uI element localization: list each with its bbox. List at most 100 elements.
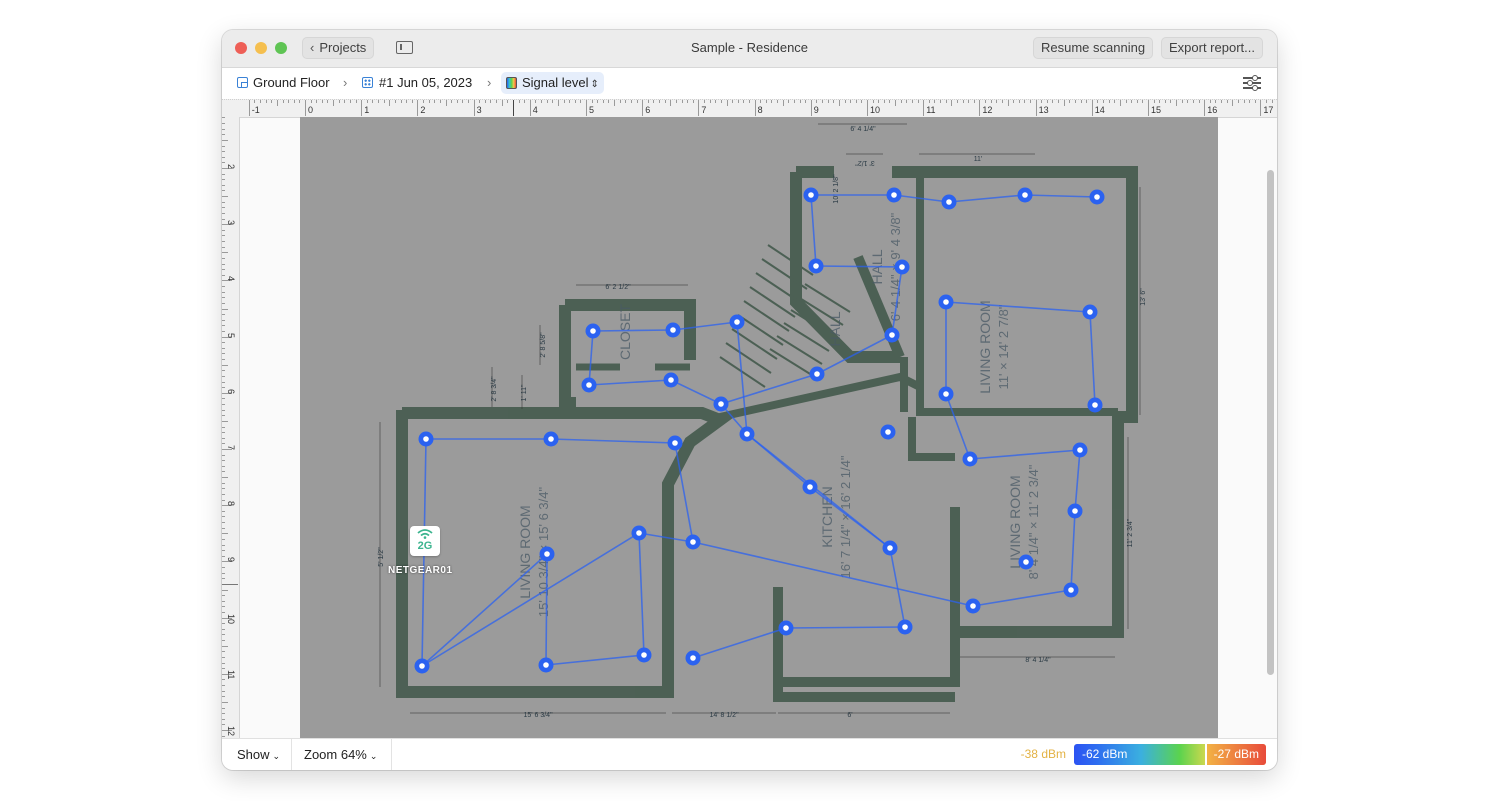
divider xyxy=(291,739,292,770)
ruler-tick xyxy=(850,100,852,103)
scan-point[interactable] xyxy=(665,322,681,338)
ruler-tick xyxy=(1159,100,1161,103)
scan-point[interactable] xyxy=(897,619,913,635)
scan-point[interactable] xyxy=(729,314,745,330)
scan-point[interactable] xyxy=(1082,304,1098,320)
access-point-marker[interactable]: 2G xyxy=(410,526,440,556)
scan-point[interactable] xyxy=(778,620,794,636)
scan-point[interactable] xyxy=(585,323,601,339)
ruler-tick xyxy=(754,100,756,116)
ruler-tick xyxy=(636,100,638,103)
scan-point[interactable] xyxy=(581,377,597,393)
scan-point[interactable] xyxy=(538,657,554,673)
ruler-label: 0 xyxy=(308,105,314,115)
scan-point[interactable] xyxy=(938,294,954,310)
scan-point-center xyxy=(808,192,814,198)
scan-point[interactable] xyxy=(713,396,729,412)
scan-point[interactable] xyxy=(543,431,559,447)
scan-point[interactable] xyxy=(539,546,555,562)
ruler-tick xyxy=(524,100,526,103)
signal-legend-bar[interactable]: -62 dBm -27 dBm xyxy=(1074,744,1266,765)
scan-point-center xyxy=(813,263,819,269)
legend-threshold-segment[interactable]: -27 dBm xyxy=(1205,744,1266,765)
ruler-tick xyxy=(1108,100,1110,103)
dimension-label: 10' 2 1/8" xyxy=(833,174,840,204)
ruler-tick xyxy=(222,493,225,495)
scan-point[interactable] xyxy=(803,187,819,203)
ruler-label: 8 xyxy=(226,501,236,507)
scan-point[interactable] xyxy=(882,540,898,556)
ruler-tick xyxy=(321,100,323,103)
resume-scanning-button[interactable]: Resume scanning xyxy=(1033,37,1154,59)
ruler-tick xyxy=(1215,100,1217,103)
scan-point[interactable] xyxy=(1067,503,1083,519)
scan-point[interactable] xyxy=(884,327,900,343)
scan-point[interactable] xyxy=(414,658,430,674)
zoom-menu[interactable]: Zoom 64% ⌄ xyxy=(304,747,377,762)
ruler-tick xyxy=(1237,100,1239,103)
ruler-tick xyxy=(799,100,801,103)
ruler-tick xyxy=(743,100,745,103)
ruler-tick xyxy=(333,100,335,106)
scan-point-center xyxy=(670,327,676,333)
scan-point[interactable] xyxy=(880,424,896,440)
ruler-tick xyxy=(222,319,225,321)
scan-point[interactable] xyxy=(965,598,981,614)
scan-point[interactable] xyxy=(938,386,954,402)
dimension-label: 6' xyxy=(847,712,852,719)
scan-point[interactable] xyxy=(739,426,755,442)
scan-point[interactable] xyxy=(1087,397,1103,413)
ruler-tick xyxy=(222,274,225,276)
scan-point[interactable] xyxy=(1018,554,1034,570)
scan-point[interactable] xyxy=(631,525,647,541)
scan-point[interactable] xyxy=(1017,187,1033,203)
scan-point[interactable] xyxy=(962,451,978,467)
ruler-tick xyxy=(569,100,571,103)
scan-point[interactable] xyxy=(802,479,818,495)
scan-point[interactable] xyxy=(667,435,683,451)
scan-point[interactable] xyxy=(685,650,701,666)
scan-point[interactable] xyxy=(894,259,910,275)
scan-point[interactable] xyxy=(1063,582,1079,598)
ruler-tick xyxy=(299,100,301,103)
ruler-tick xyxy=(597,100,599,103)
ruler-tick xyxy=(222,437,225,439)
scan-point[interactable] xyxy=(1072,442,1088,458)
scan-point[interactable] xyxy=(418,431,434,447)
scan-point[interactable] xyxy=(808,258,824,274)
export-report-button[interactable]: Export report... xyxy=(1161,37,1263,59)
ruler-cursor-marker xyxy=(222,584,238,585)
view-settings-button[interactable] xyxy=(1243,74,1261,91)
scan-point[interactable] xyxy=(886,187,902,203)
breadcrumb-scan[interactable]: #1 Jun 05, 2023 xyxy=(362,75,472,90)
ruler-tick xyxy=(1013,100,1015,103)
scan-point[interactable] xyxy=(636,647,652,663)
show-menu[interactable]: Show ⌄ xyxy=(237,747,280,762)
scan-point[interactable] xyxy=(663,372,679,388)
ruler-tick xyxy=(222,201,225,203)
ruler-tick xyxy=(222,168,225,169)
ruler-tick xyxy=(222,139,228,141)
scan-point-center xyxy=(672,440,678,446)
dimension-label: 2' 8 5/8" xyxy=(540,332,547,358)
scan-point[interactable] xyxy=(941,194,957,210)
ruler-tick xyxy=(293,100,295,103)
visualization-selector[interactable]: Signal level ⇕ xyxy=(501,72,604,94)
ruler-tick xyxy=(659,100,661,103)
ruler-tick xyxy=(1046,100,1048,103)
scan-point[interactable] xyxy=(685,534,701,550)
ruler-tick xyxy=(260,100,262,103)
ruler-tick xyxy=(1103,100,1105,103)
breadcrumb-floor[interactable]: Ground Floor xyxy=(237,75,330,90)
scan-point-center xyxy=(718,401,724,407)
app-window: ‹ Projects Sample - Residence Resume scan… xyxy=(222,30,1277,770)
vertical-scrollbar[interactable] xyxy=(1267,170,1274,675)
scan-point[interactable] xyxy=(809,366,825,382)
floor-plan-canvas[interactable]: 6' 4 1/4" 3' 1/2" 11' 13' 6" 6' 2 1/2" 2' 8 5… xyxy=(300,117,1218,739)
ruler-tick xyxy=(872,100,874,103)
scan-point-center xyxy=(887,545,893,551)
scan-point-center xyxy=(943,299,949,305)
scan-point[interactable] xyxy=(1089,189,1105,205)
ruler-tick xyxy=(934,100,936,103)
ruler-tick xyxy=(222,555,225,557)
